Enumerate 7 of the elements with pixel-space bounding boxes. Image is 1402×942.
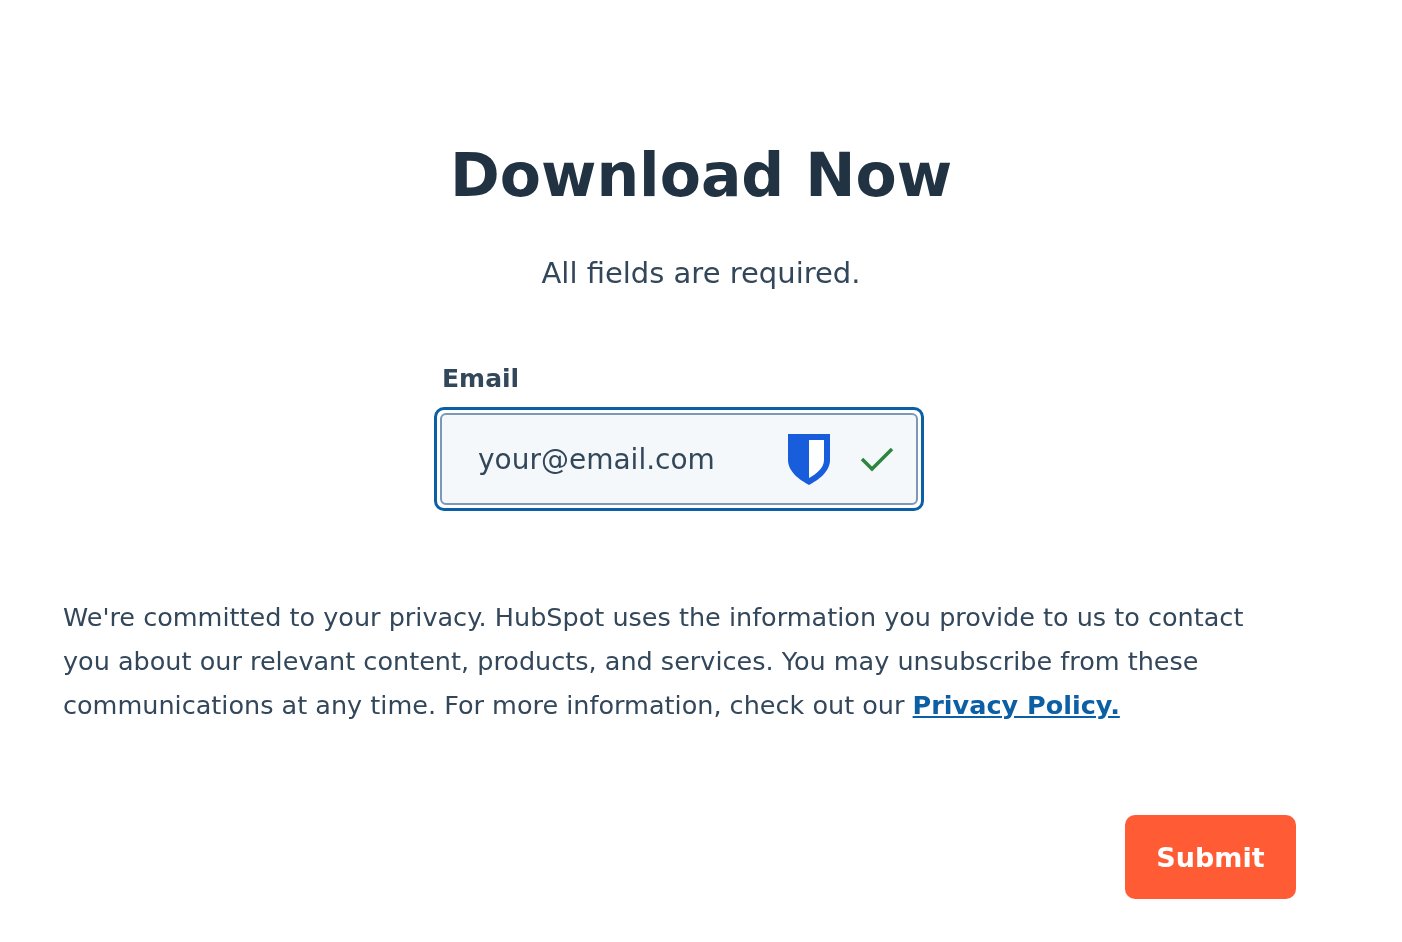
shield-icon[interactable]	[786, 432, 832, 486]
field-label: Email	[442, 364, 520, 393]
form-title: Download Now	[449, 140, 953, 210]
required-note: All fields are required.	[541, 256, 861, 290]
email-field[interactable]: your@email.com	[434, 407, 924, 511]
privacy-notice: We're committed to your privacy. HubSpot uses the information you provide to us to contact you about our relevant content, products, and services. You may unsubscribe from these communications at any time. For more information, check out our Privacy Policy.	[63, 601, 1245, 722]
privacy-policy-link[interactable]: Privacy Policy.	[912, 690, 1120, 720]
